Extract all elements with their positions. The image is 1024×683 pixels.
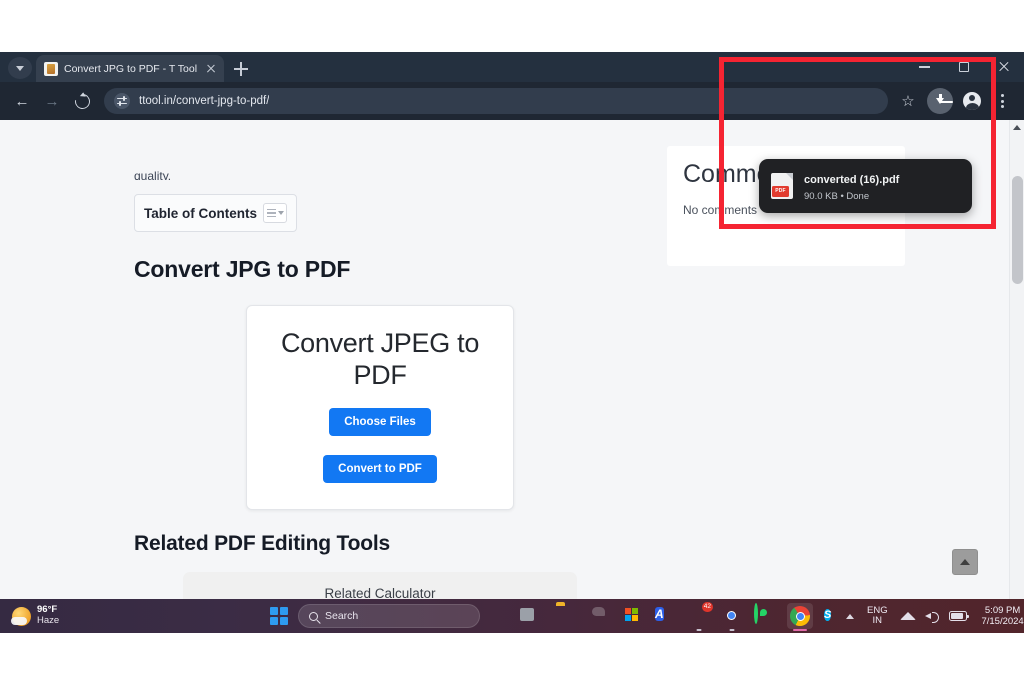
taskbar-center: Search A 42 S [270, 602, 846, 629]
chrome-icon[interactable] [721, 605, 743, 627]
chrome-active-icon[interactable] [787, 603, 813, 629]
related-calculator-box: Related Calculator Convert PNG to PDF Co… [183, 571, 577, 599]
download-notification-bubble[interactable]: PDF converted (16).pdf 90.0 KB • Done [759, 159, 972, 213]
downloads-button[interactable] [927, 88, 953, 114]
volume-icon[interactable] [924, 610, 940, 623]
browser-window: Convert JPG to PDF - T Tool ← → ttool.in… [0, 52, 1024, 599]
bookmark-button[interactable]: ☆ [894, 87, 922, 115]
taskbar-clock[interactable]: 5:09 PM 7/15/2024 [976, 605, 1024, 627]
download-info: converted (16).pdf 90.0 KB • Done [804, 170, 899, 202]
copilot-icon[interactable] [490, 605, 512, 627]
related-tools-heading: Related PDF Editing Tools [134, 531, 390, 555]
clock-date: 7/15/2024 [981, 616, 1024, 627]
taskbar-search-box[interactable]: Search [298, 604, 480, 628]
whatsapp-icon[interactable] [754, 603, 776, 627]
taskbar-app-icons: A 42 S [490, 602, 846, 629]
battery-icon[interactable] [948, 611, 970, 621]
system-tray: ENG IN 5:09 PM 7/15/2024 [846, 605, 1024, 627]
scrollbar-up-button[interactable] [1010, 120, 1024, 135]
reload-icon [71, 90, 93, 112]
tab-convert-jpg-to-pdf[interactable]: Convert JPG to PDF - T Tool [36, 55, 225, 82]
toc-toggle-icon[interactable] [263, 203, 287, 223]
tab-strip: Convert JPG to PDF - T Tool [0, 52, 1024, 82]
arrow-right-icon: → [44, 92, 60, 110]
weather-condition: Haze [37, 615, 60, 626]
caret-up-icon [1013, 125, 1021, 130]
app-blue-a-icon[interactable]: A [655, 605, 677, 627]
search-icon [309, 611, 318, 621]
converter-tool-card: Convert JPEG to PDF Choose Files Convert… [246, 305, 514, 510]
clock-time: 5:09 PM [984, 604, 1021, 616]
close-icon [998, 61, 1010, 73]
language-indicator[interactable]: ENG IN [867, 605, 888, 627]
chevron-down-icon [16, 65, 24, 71]
browser-toolbar: ← → ttool.in/convert-jpg-to-pdf/ ☆ [0, 82, 1024, 120]
notification-badge: 42 [701, 602, 713, 612]
site-settings-icon[interactable] [114, 93, 130, 109]
start-button[interactable] [270, 607, 288, 625]
download-file-name: converted (16).pdf [804, 174, 900, 186]
choose-files-button[interactable]: Choose Files [329, 407, 431, 436]
wifi-icon[interactable] [899, 612, 916, 620]
globe-app-icon[interactable]: 42 [688, 602, 713, 627]
url-text: ttool.in/convert-jpg-to-pdf/ [139, 95, 270, 107]
pdf-badge-label: PDF [772, 186, 789, 197]
taskbar-weather-widget[interactable]: 96°F Haze [0, 604, 270, 627]
scrollbar-thumb[interactable] [1012, 176, 1023, 284]
related-box-title: Related Calculator [324, 585, 436, 599]
screen: Convert JPG to PDF - T Tool ← → ttool.in… [0, 0, 1024, 683]
chrome-menu-button[interactable] [988, 87, 1016, 115]
cut-off-paragraph: quality. [134, 170, 172, 180]
task-view-icon[interactable] [523, 605, 545, 627]
maximize-icon [959, 62, 969, 72]
scroll-to-top-button[interactable] [952, 549, 978, 575]
window-controls [904, 52, 1024, 82]
toc-label: Table of Contents [144, 205, 257, 221]
windows-taskbar: 96°F Haze Search A 42 S ENG IN 5:09 PM 7… [0, 599, 1024, 633]
page-title: Convert JPG to PDF [134, 256, 351, 282]
minimize-button[interactable] [904, 52, 944, 82]
microsoft-store-icon[interactable] [622, 605, 644, 627]
tab-search-button[interactable] [8, 57, 32, 79]
reload-button[interactable] [68, 87, 96, 115]
kebab-menu-icon [1000, 94, 1004, 108]
tool-card-title: Convert JPEG to PDF [280, 328, 480, 390]
tab-title: Convert JPG to PDF - T Tool [64, 62, 198, 75]
show-hidden-icons-button[interactable] [846, 613, 854, 619]
close-window-button[interactable] [984, 52, 1024, 82]
weather-text: 96°F Haze [37, 604, 60, 627]
table-of-contents[interactable]: Table of Contents [134, 194, 297, 232]
new-tab-button[interactable] [228, 56, 254, 82]
address-bar[interactable]: ttool.in/convert-jpg-to-pdf/ [104, 88, 888, 114]
search-label: Search [325, 610, 359, 622]
chevron-up-icon [960, 559, 970, 565]
maximize-button[interactable] [944, 52, 984, 82]
pdf-file-icon: PDF [771, 173, 793, 199]
download-status: 90.0 KB • Done [804, 191, 870, 202]
edge-icon[interactable] [589, 605, 611, 627]
minimize-icon [918, 66, 930, 68]
haze-weather-icon [11, 606, 31, 626]
profile-button[interactable] [958, 87, 986, 115]
download-icon [934, 94, 953, 108]
back-button[interactable]: ← [8, 87, 36, 115]
ttool-favicon-icon [44, 61, 58, 76]
skype-icon[interactable]: S [824, 605, 846, 627]
main-content-column: quality. Table of Contents Convert JPG t… [134, 120, 626, 599]
close-icon[interactable] [203, 61, 218, 76]
arrow-left-icon: ← [14, 92, 30, 110]
page-scrollbar[interactable] [1009, 120, 1024, 599]
forward-button[interactable]: → [38, 87, 66, 115]
star-icon: ☆ [901, 92, 915, 110]
convert-to-pdf-button[interactable]: Convert to PDF [323, 454, 437, 483]
file-explorer-icon[interactable] [556, 605, 578, 627]
avatar [963, 92, 981, 110]
language-line-2: IN [872, 615, 883, 626]
